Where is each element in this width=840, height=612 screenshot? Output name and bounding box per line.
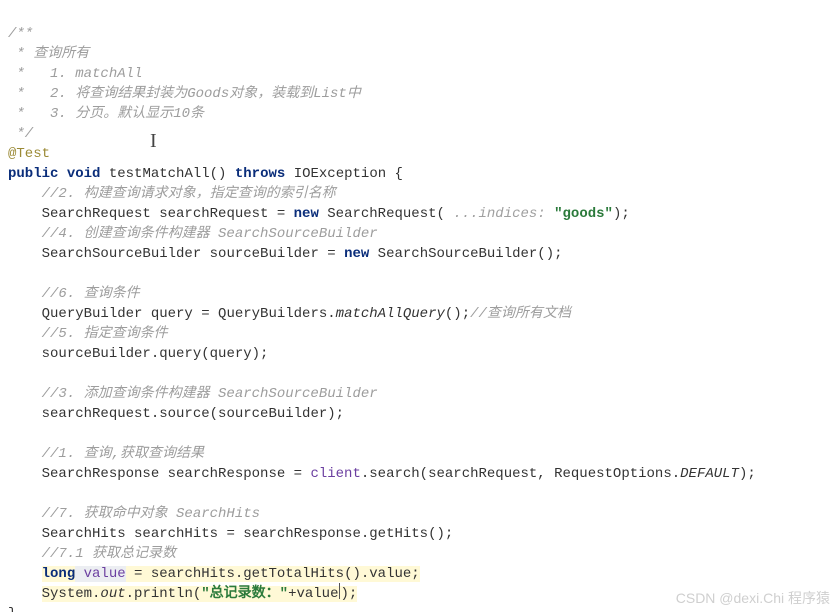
code-text: SearchRequest( xyxy=(319,206,453,222)
comment: */ xyxy=(8,126,33,142)
closing-brace: } xyxy=(8,606,16,612)
text-cursor xyxy=(339,583,341,599)
comment: * 查询所有 xyxy=(8,46,89,62)
comment: //6. 查询条件 xyxy=(42,286,140,302)
code-text: System. xyxy=(42,586,101,602)
code-text: +value xyxy=(288,586,338,602)
text-cursor-icon: I xyxy=(150,131,157,151)
code-text: SearchSourceBuilder sourceBuilder = xyxy=(42,246,344,262)
comment: //1. 查询,获取查询结果 xyxy=(42,446,204,462)
comment: * 3. 分页。默认显示10条 xyxy=(8,106,204,122)
keyword-new: new xyxy=(294,206,319,222)
comment: * 2. 将查询结果封装为Goods对象，装载到List中 xyxy=(8,86,361,102)
code-text: .search(searchRequest, RequestOptions. xyxy=(361,466,680,482)
comment: //4. 创建查询条件构建器 SearchSourceBuilder xyxy=(42,226,378,242)
comment: //2. 构建查询请求对象，指定查询的索引名称 xyxy=(42,186,336,202)
keyword-public: public xyxy=(8,166,58,182)
code-text: QueryBuilder query = QueryBuilders. xyxy=(42,306,336,322)
variable-value: value xyxy=(75,566,125,582)
constant-default: DEFAULT xyxy=(680,466,739,482)
field-client: client xyxy=(310,466,360,482)
keyword-long: long xyxy=(42,566,76,582)
comment: //3. 添加查询条件构建器 SearchSourceBuilder xyxy=(42,386,378,402)
comment: * 1. matchAll xyxy=(8,66,142,82)
code-block: /** * 查询所有 * 1. matchAll * 2. 将查询结果封装为Go… xyxy=(0,0,840,612)
code-text: = searchHits.getTotalHits().value; xyxy=(126,566,420,582)
code-text: sourceBuilder.query(query); xyxy=(42,346,269,362)
keyword-new: new xyxy=(344,246,369,262)
string-literal: "总记录数：" xyxy=(201,586,288,602)
method-name: testMatchAll() xyxy=(109,166,227,182)
comment: //5. 指定查询条件 xyxy=(42,326,168,342)
annotation-test: @Test xyxy=(8,146,50,162)
keyword-void: void xyxy=(67,166,101,182)
comment: /** xyxy=(8,26,33,42)
string-literal: "goods" xyxy=(546,206,613,222)
code-text: SearchResponse searchResponse = xyxy=(42,466,311,482)
code-text: ); xyxy=(341,586,358,602)
code-text: SearchHits searchHits = searchResponse.g… xyxy=(42,526,454,542)
code-text: (); xyxy=(445,306,470,322)
static-method: matchAllQuery xyxy=(336,306,445,322)
keyword-throws: throws xyxy=(235,166,285,182)
code-text: .println( xyxy=(126,586,202,602)
code-text: ); xyxy=(739,466,756,482)
code-text: SearchSourceBuilder(); xyxy=(369,246,562,262)
param-hint: ...indices: xyxy=(453,206,545,222)
code-text: searchRequest.source(sourceBuilder); xyxy=(42,406,344,422)
field-out: out xyxy=(100,586,125,602)
comment: //查询所有文档 xyxy=(470,306,571,322)
comment: //7.1 获取总记录数 xyxy=(42,546,176,562)
watermark: CSDN @dexi.Chi 程序猿 xyxy=(676,588,830,608)
code-text: SearchRequest searchRequest = xyxy=(42,206,294,222)
exception-type: IOException { xyxy=(294,166,403,182)
code-text: ); xyxy=(613,206,630,222)
comment: //7. 获取命中对象 SearchHits xyxy=(42,506,260,522)
